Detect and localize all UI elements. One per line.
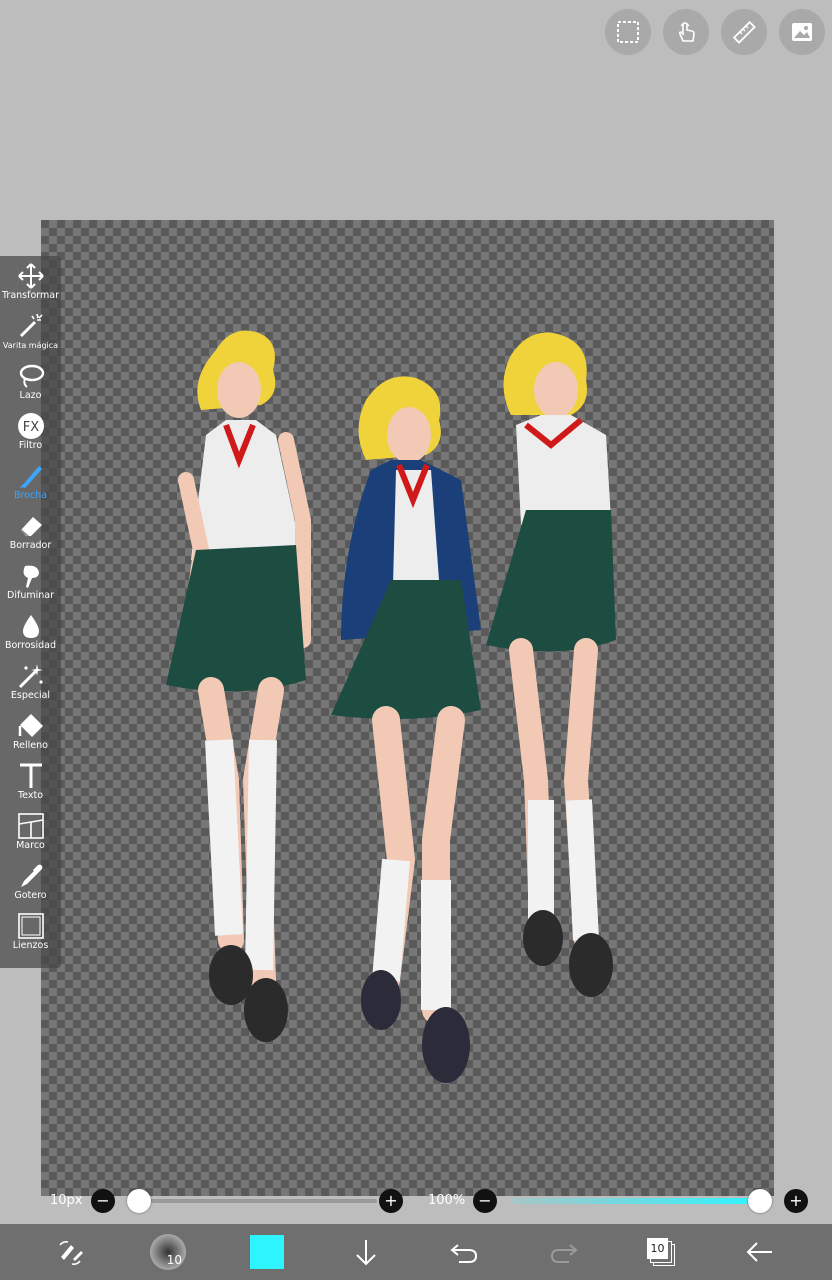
fx-icon: FX <box>17 413 44 439</box>
figure-right <box>486 332 616 997</box>
tool-borrosidad[interactable]: Borrosidad <box>0 612 61 662</box>
tool-label: Relleno <box>13 740 48 751</box>
opacity-increase-button[interactable]: + <box>784 1189 808 1213</box>
touch-button[interactable] <box>663 9 709 55</box>
brush-size-label: 10px <box>50 1193 83 1208</box>
tool-especial[interactable]: Especial <box>0 662 61 712</box>
fill-bucket-icon <box>18 714 43 737</box>
canvas-icon <box>17 913 44 939</box>
tool-transformar[interactable]: Transformar <box>0 262 61 312</box>
figure-left <box>166 330 311 1042</box>
sparkle-icon <box>18 664 43 689</box>
tool-borrador[interactable]: Borrador <box>0 512 61 562</box>
opacity-label: 100% <box>428 1193 466 1208</box>
move-arrows-icon <box>17 263 44 289</box>
tool-lazo[interactable]: Lazo <box>0 362 61 412</box>
ruler-button[interactable] <box>721 9 767 55</box>
artwork-three-schoolgirls <box>166 330 616 1083</box>
bottom-bar: 10 10 <box>0 1224 832 1280</box>
tool-label: Transformar <box>2 290 59 301</box>
layers-button[interactable]: 10 <box>645 1224 677 1280</box>
tool-label: Gotero <box>14 890 47 901</box>
plus-icon: + <box>789 1191 803 1210</box>
text-icon <box>19 763 42 788</box>
brush-swap-button[interactable] <box>50 1224 90 1280</box>
undo-button[interactable] <box>448 1224 480 1280</box>
tool-label: Texto <box>17 790 44 801</box>
opacity-knob[interactable] <box>748 1189 772 1213</box>
brush-size-knob[interactable] <box>127 1189 151 1213</box>
eyedropper-icon <box>20 864 42 887</box>
image-button[interactable] <box>779 9 825 55</box>
import-button[interactable] <box>350 1224 382 1280</box>
tool-label: Especial <box>10 690 51 701</box>
tool-label: Filtro <box>18 440 43 451</box>
color-button[interactable] <box>249 1224 285 1280</box>
tool-brocha[interactable]: Brocha <box>0 462 61 512</box>
brush-size-increase-button[interactable]: + <box>379 1189 403 1213</box>
tool-label: Borrador <box>9 540 52 551</box>
redo-icon <box>550 1244 578 1263</box>
tool-difuminar[interactable]: Difuminar <box>0 562 61 612</box>
brush-preview-button[interactable]: 10 <box>148 1224 188 1280</box>
magic-wand-icon <box>19 313 43 338</box>
tool-relleno[interactable]: Relleno <box>0 712 61 762</box>
svg-text:FX: FX <box>22 420 38 435</box>
lasso-icon <box>19 364 44 388</box>
swap-brush-eraser-icon <box>59 1241 83 1265</box>
tool-label: Brocha <box>13 490 48 501</box>
selection-button[interactable] <box>605 9 651 55</box>
brush-preview-size: 10 <box>166 1253 182 1267</box>
frame-icon <box>17 813 44 839</box>
minus-icon: − <box>478 1191 492 1210</box>
selection-icon <box>617 21 639 43</box>
tool-varita-magica[interactable]: Varita mágica <box>0 312 61 362</box>
touch-hand-icon <box>678 22 695 42</box>
layers-count: 10 <box>647 1238 668 1259</box>
opacity-decrease-button[interactable]: − <box>473 1189 497 1213</box>
redo-button[interactable] <box>548 1224 580 1280</box>
current-color-swatch <box>250 1235 284 1269</box>
blur-drop-icon <box>22 615 39 638</box>
brush-icon <box>19 466 42 488</box>
slider-row: 10px − + 100% − + <box>0 1188 832 1214</box>
tool-label: Varita mágica <box>2 341 59 350</box>
arrow-down-icon <box>356 1240 376 1266</box>
tool-filtro[interactable]: FX Filtro <box>0 412 61 462</box>
back-button[interactable] <box>744 1224 776 1280</box>
tool-marco[interactable]: Marco <box>0 812 61 862</box>
ruler-icon <box>732 20 756 44</box>
opacity-track[interactable] <box>512 1198 760 1204</box>
tool-label: Marco <box>16 840 45 851</box>
arrow-left-icon <box>746 1242 772 1262</box>
tool-label: Lienzos <box>12 940 49 951</box>
layers-icon: 10 <box>647 1238 675 1266</box>
tool-label: Lazo <box>19 390 42 401</box>
tool-label: Borrosidad <box>4 640 57 651</box>
tool-gotero[interactable]: Gotero <box>0 862 61 912</box>
tool-texto[interactable]: Texto <box>0 762 61 812</box>
tool-panel: Transformar Varita mágica Lazo FX Filtro… <box>0 256 61 968</box>
drawing-canvas[interactable] <box>41 220 774 1196</box>
undo-icon <box>450 1244 478 1263</box>
tool-lienzos[interactable]: Lienzos <box>0 912 61 962</box>
brush-size-track[interactable] <box>127 1199 377 1203</box>
tool-label: Difuminar <box>7 590 54 601</box>
plus-icon: + <box>384 1191 398 1210</box>
eraser-icon <box>20 517 42 537</box>
figure-middle <box>331 376 481 1083</box>
minus-icon: − <box>96 1191 110 1210</box>
brush-size-decrease-button[interactable]: − <box>91 1189 115 1213</box>
brush-preview: 10 <box>150 1234 186 1270</box>
image-icon <box>792 23 812 41</box>
smudge-icon <box>23 565 39 588</box>
